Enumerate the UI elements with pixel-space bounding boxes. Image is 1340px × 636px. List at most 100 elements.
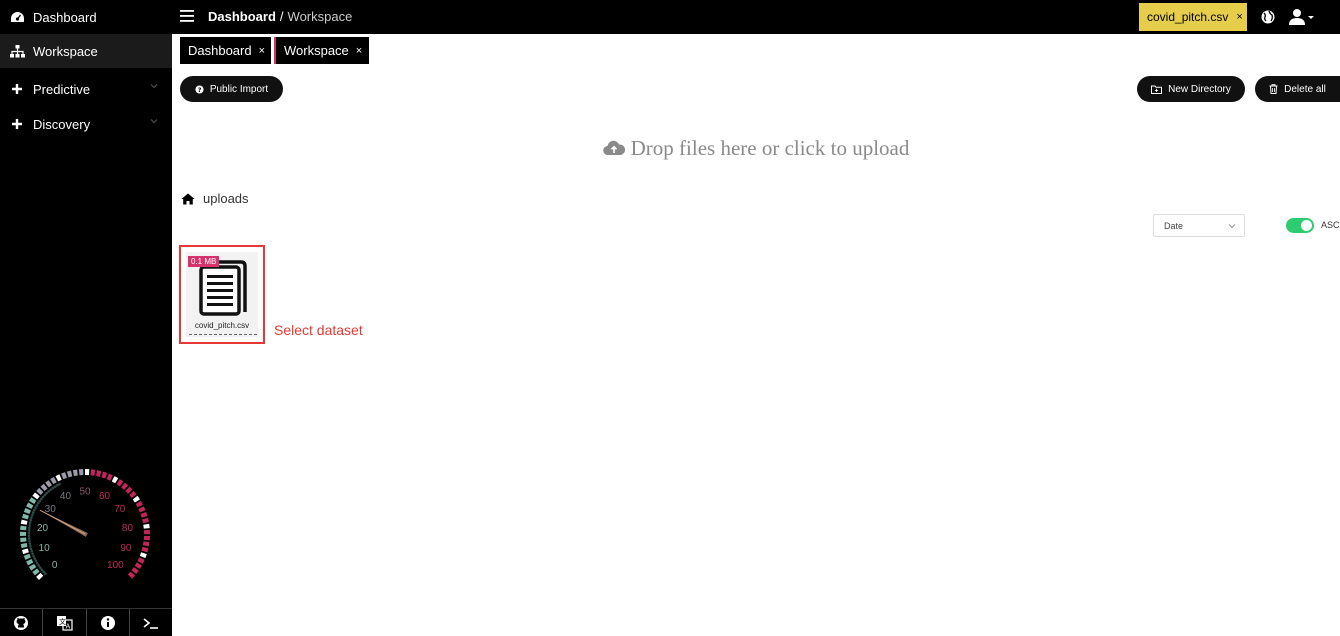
gauge-inner-arc [40, 568, 44, 571]
terminal-icon [143, 617, 158, 629]
sort-select[interactable]: Date [1153, 214, 1245, 237]
gauge-inner-arc [27, 529, 31, 532]
gauge-segment [55, 474, 62, 482]
question-circle-icon: ? [195, 84, 204, 94]
gauge-inner-arc [29, 547, 33, 551]
tab-label: Dashboard [188, 43, 252, 58]
gauge-inner-arc [27, 537, 31, 540]
gauge-tick-label: 40 [60, 491, 72, 502]
sidebar-item-workspace[interactable]: Workspace [0, 34, 172, 68]
active-file-name: covid_pitch.csv [1147, 10, 1229, 24]
translate-button[interactable]: 文A [43, 609, 87, 636]
gauge-inner-arc [35, 561, 39, 565]
globe-icon[interactable] [1260, 9, 1276, 25]
gauge-segment [116, 479, 124, 487]
gauge-segment [32, 492, 40, 500]
breadcrumb-separator: / [279, 9, 284, 24]
gauge-inner-arc [30, 516, 33, 519]
info-icon [100, 615, 115, 630]
sort-order-toggle[interactable] [1286, 218, 1314, 233]
gauge-tick-label: 10 [39, 543, 51, 554]
sitemap-icon [9, 43, 25, 59]
sidebar-footer: 文A [0, 608, 172, 636]
gauge-segment [111, 476, 119, 484]
sidebar-item-label: Discovery [33, 116, 91, 132]
public-import-button[interactable]: ? Public Import [180, 76, 283, 102]
active-file-chip[interactable]: covid_pitch.csv × [1139, 3, 1247, 31]
delete-all-button[interactable]: Delete all [1255, 76, 1340, 102]
gauge-inner-arc [28, 521, 32, 524]
upload-dropzone[interactable]: Drop files here or click to upload [172, 118, 1340, 178]
home-icon[interactable] [181, 193, 195, 205]
tab-workspace[interactable]: Workspace × [274, 37, 369, 64]
gauge-segment [66, 470, 73, 478]
gauge-segment [141, 546, 149, 553]
close-icon[interactable]: × [356, 45, 362, 57]
sidebar-item-predictive[interactable]: Predictive [0, 72, 172, 106]
breadcrumb-dashboard[interactable]: Dashboard [208, 9, 276, 24]
user-menu-icon[interactable] [1288, 8, 1316, 26]
gauge-segment [101, 471, 108, 479]
gauge-segment [78, 469, 84, 476]
sidebar-item-dashboard[interactable]: Dashboard [0, 0, 172, 34]
gauge-segment [23, 507, 31, 515]
gauge-segment [143, 535, 150, 541]
close-icon[interactable]: × [259, 45, 265, 57]
folder-plus-icon [1151, 85, 1163, 94]
tab-label: Workspace [284, 43, 349, 58]
gauge-inner-arc [31, 513, 34, 517]
gauge-inner-arc [39, 497, 43, 501]
file-card[interactable]: 0.1 MB covid_pitch.csv [179, 245, 265, 344]
gauge-inner-arc [53, 485, 57, 489]
gauge-segment [127, 571, 136, 579]
breadcrumb-current: Workspace [287, 9, 353, 24]
close-icon[interactable]: × [1236, 11, 1242, 23]
gauge-segment [90, 469, 96, 476]
new-directory-label: New Directory [1168, 83, 1231, 95]
gauge-segment [135, 500, 144, 508]
gauge-inner-arc [29, 544, 32, 548]
gauge-segment [142, 517, 149, 524]
tab-dashboard[interactable]: Dashboard × [180, 37, 271, 64]
gauge-tick-label: 20 [37, 523, 49, 534]
trash-icon [1269, 84, 1278, 94]
gauge-tick-label: 0 [52, 560, 58, 571]
plus-icon [9, 81, 25, 97]
speed-gauge: 010203040 50 60708090100 [20, 469, 150, 580]
folder-name[interactable]: uploads [203, 191, 249, 206]
gauge-inner-arc [37, 564, 40, 567]
sidebar-item-discovery[interactable]: Discovery [0, 107, 172, 141]
gauge-inner-arc [36, 501, 40, 505]
gauge-segment [20, 543, 28, 549]
translate-icon: 文A [56, 615, 73, 631]
hamburger-menu-icon[interactable] [180, 10, 194, 22]
sort-selected-value: Date [1164, 220, 1184, 231]
gauge-tick-label: 50 [79, 487, 91, 498]
gauge-inner-arc [33, 508, 36, 512]
gauge-inner-arc [28, 539, 31, 543]
gauge-inner-arc [27, 531, 31, 535]
delete-all-label: Delete all [1284, 83, 1326, 95]
gauge-tick-label: 80 [122, 523, 134, 534]
gauge-inner-arc [44, 572, 47, 575]
gauge-tick-label: 70 [114, 504, 126, 515]
gauge-segment [21, 548, 29, 555]
new-directory-button[interactable]: New Directory [1137, 76, 1245, 102]
gauge-segment [85, 469, 90, 476]
gauge-inner-arc [42, 570, 45, 573]
gauge-segment [61, 472, 67, 480]
terminal-button[interactable] [130, 609, 172, 636]
gauge-segment [138, 506, 146, 513]
gauge-inner-arc [38, 566, 42, 569]
gauge-segment [20, 531, 27, 537]
github-button[interactable] [0, 609, 44, 636]
public-import-label: Public Import [209, 83, 269, 95]
file-divider [189, 334, 257, 335]
cloud-upload-icon [602, 140, 625, 156]
gauge-inner-arc [47, 490, 50, 493]
chevron-down-icon [150, 84, 158, 89]
gauge-segment [106, 473, 113, 481]
gauge-segment [121, 482, 129, 490]
info-button[interactable] [87, 609, 130, 636]
gauge-segment [96, 470, 102, 477]
